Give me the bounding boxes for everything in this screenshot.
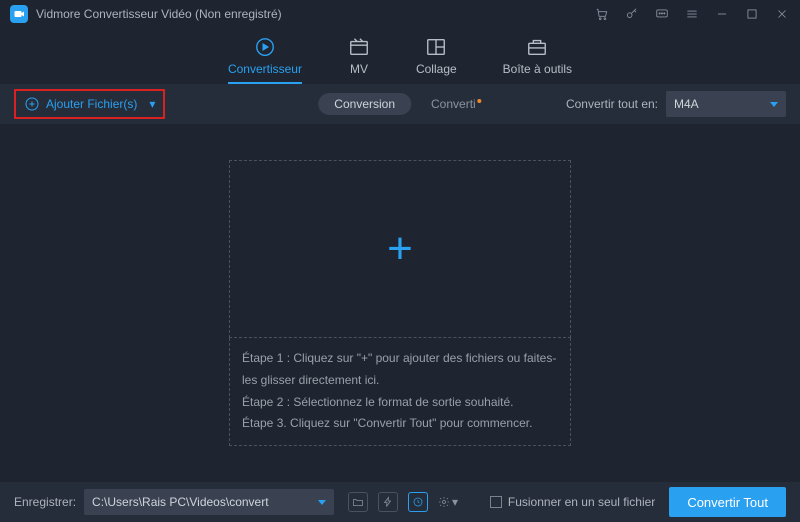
tab-toolbox[interactable]: Boîte à outils (503, 36, 572, 84)
footer: Enregistrer: C:\Users\Rais PC\Videos\con… (0, 482, 800, 522)
instruction-step2: Étape 2 : Sélectionnez le format de sort… (242, 392, 558, 414)
minimize-icon[interactable] (714, 6, 730, 22)
save-to-label: Enregistrer: (14, 495, 76, 509)
merge-label: Fusionner en un seul fichier (508, 495, 655, 509)
chevron-down-icon (770, 102, 778, 107)
dropzone-instructions: Étape 1 : Cliquez sur "+" pour ajouter d… (229, 338, 571, 445)
titlebar: Vidmore Convertisseur Vidéo (Non enregis… (0, 0, 800, 28)
dropzone: + Étape 1 : Cliquez sur "+" pour ajouter… (229, 160, 571, 445)
tab-conversion[interactable]: Conversion (318, 93, 411, 115)
instruction-step1: Étape 1 : Cliquez sur "+" pour ajouter d… (242, 348, 558, 391)
toolbar: Ajouter Fichier(s) ▾ Conversion Converti… (0, 84, 800, 124)
open-folder-icon[interactable] (348, 492, 368, 512)
close-icon[interactable] (774, 6, 790, 22)
high-speed-icon[interactable] (408, 492, 428, 512)
convert-all-button[interactable]: Convertir Tout (669, 487, 786, 517)
plus-icon: + (387, 224, 413, 274)
tab-mv[interactable]: MV (348, 36, 370, 84)
tab-label: Collage (416, 62, 457, 76)
convert-all-to-label: Convertir tout en: (566, 97, 658, 111)
merge-checkbox[interactable]: Fusionner en un seul fichier (490, 495, 655, 509)
maximize-icon[interactable] (744, 6, 760, 22)
tab-label: Convertisseur (228, 62, 302, 76)
key-icon[interactable] (624, 6, 640, 22)
save-path-value: C:\Users\Rais PC\Videos\convert (92, 495, 269, 509)
tab-converted[interactable]: Converti (431, 97, 482, 111)
app-title: Vidmore Convertisseur Vidéo (Non enregis… (36, 7, 282, 21)
tab-label: MV (350, 62, 368, 76)
format-value: M4A (674, 97, 699, 111)
settings-icon[interactable]: ▾ (438, 492, 458, 512)
feedback-icon[interactable] (654, 6, 670, 22)
conversion-label: Conversion (334, 97, 395, 111)
chevron-down-icon (318, 500, 326, 505)
hardware-accel-icon[interactable] (378, 492, 398, 512)
main-area: + Étape 1 : Cliquez sur "+" pour ajouter… (0, 124, 800, 482)
dropzone-add-button[interactable]: + (229, 160, 571, 338)
convert-all-label: Convertir Tout (687, 495, 768, 510)
app-logo (10, 5, 28, 23)
checkbox-icon (490, 496, 502, 508)
converted-label: Converti (431, 97, 476, 111)
tab-label: Boîte à outils (503, 62, 572, 76)
add-files-label: Ajouter Fichier(s) (46, 97, 137, 111)
tab-converter[interactable]: Convertisseur (228, 36, 302, 84)
cart-icon[interactable] (594, 6, 610, 22)
main-tabs: Convertisseur MV Collage Boîte à outils (0, 28, 800, 84)
save-path-select[interactable]: C:\Users\Rais PC\Videos\convert (84, 489, 334, 515)
output-format-select[interactable]: M4A (666, 91, 786, 117)
tab-collage[interactable]: Collage (416, 36, 457, 84)
add-files-button[interactable]: Ajouter Fichier(s) ▾ (14, 89, 165, 119)
menu-icon[interactable] (684, 6, 700, 22)
notification-dot-icon (478, 99, 482, 103)
instruction-step3: Étape 3. Cliquez sur "Convertir Tout" po… (242, 413, 558, 435)
chevron-down-icon: ▾ (149, 97, 155, 111)
